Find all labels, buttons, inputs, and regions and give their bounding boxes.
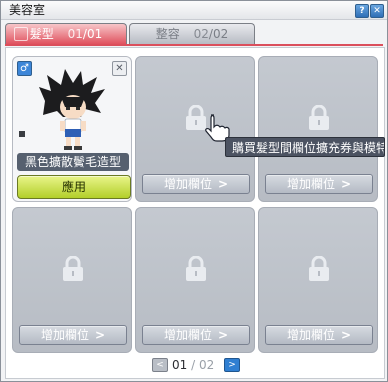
tooltip: 購買髮型間欄位擴充券與模特 <box>225 137 385 157</box>
pagination: < 01 / 02 > <box>152 357 242 373</box>
tab-face-current: 02 <box>193 27 209 41</box>
chevron-right-icon: > <box>340 328 352 342</box>
tab-bar: 髮型 01/01 整容 02/02 <box>5 23 383 45</box>
help-icon[interactable]: ? <box>355 4 369 18</box>
tab-face[interactable]: 整容 02/02 <box>129 23 255 44</box>
chevron-right-icon: > <box>340 177 352 191</box>
page-separator: / <box>187 358 199 372</box>
lock-icon <box>309 105 329 130</box>
tab-face-label: 整容 <box>155 27 180 41</box>
add-slot-button[interactable]: 增加欄位 > <box>265 325 373 345</box>
tab-hair-current: 01 <box>67 27 83 41</box>
prev-page-button[interactable]: < <box>152 358 168 372</box>
add-slot-button[interactable]: 增加欄位 > <box>142 325 250 345</box>
locked-slot-4: 增加欄位 > <box>12 207 132 353</box>
page-indicator: 01 / 02 <box>172 357 214 373</box>
page-total: 02 <box>198 358 215 372</box>
apply-button[interactable]: 應用 <box>17 175 131 199</box>
male-gender-icon: ♂ <box>17 61 32 76</box>
title-bar[interactable]: 美容室 ? ✕ <box>1 1 387 20</box>
locked-slot-3: 增加欄位 > <box>258 56 378 202</box>
tab-face-total: 02 <box>212 27 229 41</box>
chevron-right-icon: > <box>94 328 106 342</box>
add-slot-label: 增加欄位 <box>40 328 89 342</box>
add-slot-button[interactable]: 增加欄位 > <box>19 325 127 345</box>
window-title: 美容室 <box>9 3 46 17</box>
tab-hair-total: 01 <box>86 27 103 41</box>
character-avatar <box>39 69 105 150</box>
add-slot-label: 增加欄位 <box>163 328 212 342</box>
lock-icon <box>63 256 83 281</box>
page-current: 01 <box>172 358 188 372</box>
locked-slot-6: 增加欄位 > <box>258 207 378 353</box>
add-slot-button[interactable]: 增加欄位 > <box>265 174 373 194</box>
add-slot-button[interactable]: 增加欄位 > <box>142 174 250 194</box>
hair-salon-window: 美容室 ? ✕ 髮型 01/01 整容 02/02 ♂ ✕ 黑色擴散鬢毛造型 應… <box>0 0 388 382</box>
hair-tab-icon <box>14 27 28 41</box>
tab-hair-label: 髮型 <box>29 27 54 41</box>
next-page-button[interactable]: > <box>224 358 240 372</box>
locked-slot-2: 增加欄位 > <box>135 56 255 202</box>
lock-icon <box>186 256 206 281</box>
tab-hair[interactable]: 髮型 01/01 <box>5 23 127 44</box>
hair-slot-1[interactable]: ♂ ✕ 黑色擴散鬢毛造型 應用 <box>12 56 132 202</box>
locked-slot-5: 增加欄位 > <box>135 207 255 353</box>
lock-icon <box>309 256 329 281</box>
close-icon[interactable]: ✕ <box>370 4 384 18</box>
chevron-right-icon: > <box>217 328 229 342</box>
add-slot-label: 增加欄位 <box>163 177 212 191</box>
remove-slot-icon[interactable]: ✕ <box>112 61 127 76</box>
add-slot-label: 增加欄位 <box>286 177 335 191</box>
chevron-right-icon: > <box>217 177 229 191</box>
slot-grid: ♂ ✕ 黑色擴散鬢毛造型 應用 增加欄位 > 增加欄位 > 增加欄位 > 增加欄… <box>5 47 385 379</box>
add-slot-label: 增加欄位 <box>286 328 335 342</box>
hairstyle-name: 黑色擴散鬢毛造型 <box>17 153 129 171</box>
tab-underline <box>5 44 383 46</box>
slot-marker <box>19 131 25 137</box>
